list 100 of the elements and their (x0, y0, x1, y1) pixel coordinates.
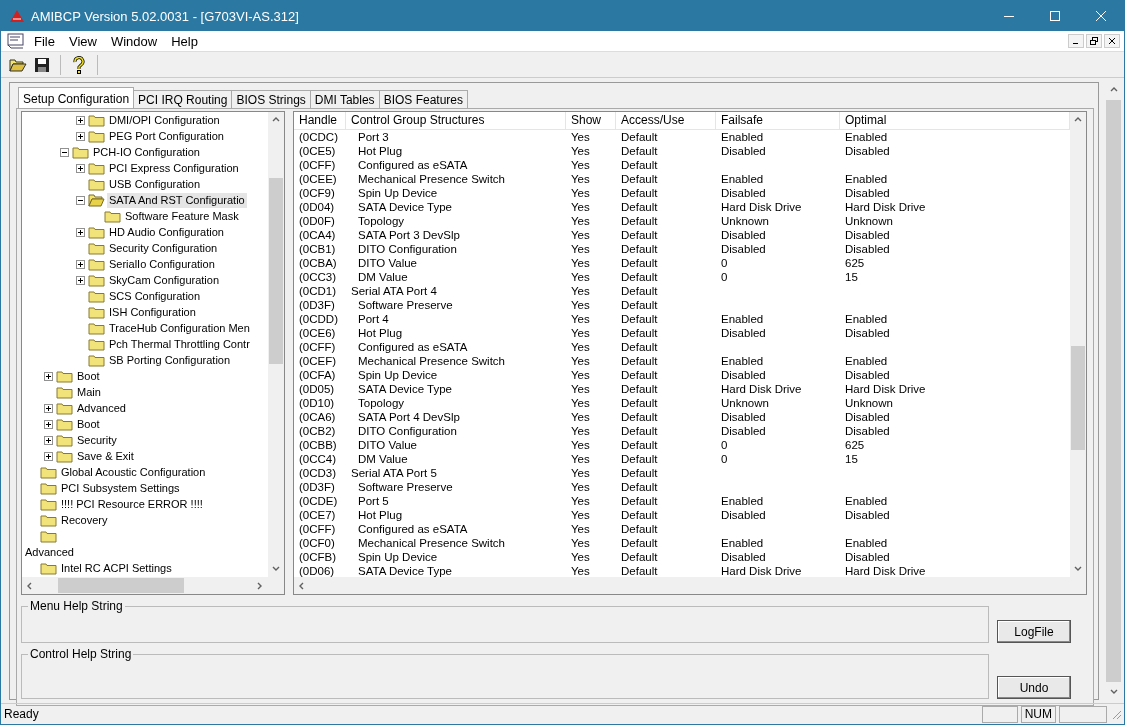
expand-icon[interactable] (76, 131, 85, 141)
tab[interactable]: PCI IRQ Routing (133, 90, 233, 108)
expand-icon[interactable] (44, 403, 53, 413)
folder-icon (88, 177, 105, 191)
column-header[interactable]: Handle (294, 112, 346, 129)
tree-item[interactable]: PCH-IO Configuration (91, 144, 202, 160)
tree-item[interactable]: DMI/OPI Configuration (107, 112, 222, 128)
table-cell: (0CA6) (299, 411, 336, 423)
tree-item[interactable]: Advanced (25, 546, 74, 558)
tree-item[interactable]: TraceHub Configuration Men (107, 320, 252, 336)
table-cell: Yes (571, 467, 590, 479)
expand-icon[interactable] (76, 163, 85, 173)
expand-icon[interactable] (76, 227, 85, 237)
menu-item[interactable]: View (61, 33, 104, 49)
group-label: Control Help String (28, 647, 134, 661)
tree-item[interactable]: Save & Exit (75, 448, 136, 464)
tab[interactable]: Setup Configuration (18, 87, 135, 108)
expand-icon[interactable] (44, 419, 53, 429)
tab[interactable]: BIOS Strings (231, 90, 311, 108)
tree-item[interactable]: !!!! PCI Resource ERROR !!!! (59, 496, 205, 512)
table-cell: Yes (571, 299, 590, 311)
tree-item[interactable]: Pch Thermal Throttling Contr (107, 336, 252, 352)
table-cell: Disabled (845, 551, 890, 563)
table-cell: Default (621, 243, 658, 255)
expand-icon[interactable] (76, 259, 85, 269)
tree-item[interactable]: SCS Configuration (107, 288, 203, 304)
column-header[interactable]: Access/Use (616, 112, 716, 129)
table-cell: Default (621, 523, 658, 535)
tree-item[interactable]: Global Acoustic Configuration (59, 464, 208, 480)
table-cell: Disabled (845, 425, 890, 437)
table-cell: Disabled (721, 411, 766, 423)
close-button[interactable] (1104, 34, 1120, 48)
tree-item[interactable]: SerialIo Configuration (107, 256, 217, 272)
tree-item[interactable]: Boot (75, 368, 102, 384)
column-header[interactable]: Control Group Structures (346, 112, 566, 129)
tree-item[interactable]: Intel RC ACPI Settings (59, 560, 174, 576)
table-cell: Hot Plug (358, 327, 403, 339)
table-cell: Enabled (845, 173, 888, 185)
tab[interactable]: BIOS Features (378, 90, 468, 108)
expand-icon[interactable] (44, 451, 53, 461)
table-cell: Topology (358, 215, 405, 227)
restore-button[interactable] (1086, 34, 1102, 48)
table-cell: Default (621, 383, 658, 395)
tree-item[interactable]: SkyCam Configuration (107, 272, 222, 288)
expand-icon[interactable] (76, 115, 85, 125)
column-header[interactable]: Failsafe (716, 112, 840, 129)
folder-icon (88, 257, 105, 271)
scrollbar-thumb[interactable] (1071, 346, 1085, 450)
logfile-button[interactable]: LogFile (997, 620, 1071, 643)
menu-item[interactable]: Window (103, 33, 165, 49)
scrollbar-thumb[interactable] (269, 178, 283, 364)
tree-item[interactable]: Boot (75, 416, 102, 432)
table-cell: 0 (721, 257, 728, 269)
tree-item[interactable]: SATA And RST Configuratio (107, 192, 247, 208)
tree-item[interactable]: Advanced (75, 400, 128, 416)
menu-item[interactable]: File (27, 33, 62, 49)
tree-item[interactable]: Security Configuration (107, 240, 220, 256)
table-cell: Software Preserve (358, 299, 453, 311)
tree-item[interactable]: Software Feature Mask (123, 208, 241, 224)
expand-icon[interactable] (44, 371, 53, 381)
table-cell: Mechanical Presence Switch (358, 537, 505, 549)
document-icon[interactable] (7, 33, 25, 49)
tree-item[interactable]: ISH Configuration (107, 304, 198, 320)
table-cell: (0CB2) (299, 425, 336, 437)
folder-icon (56, 417, 73, 431)
table-cell: Hot Plug (358, 145, 403, 157)
collapse-icon[interactable] (76, 195, 85, 205)
scrollbar-thumb[interactable] (1106, 100, 1121, 682)
column-header[interactable]: Show (566, 112, 616, 129)
table-cell: (0D3F) (299, 299, 335, 311)
table-cell: Yes (571, 285, 590, 297)
tree-item[interactable]: Main (75, 384, 103, 400)
tree-item[interactable]: PCI Express Configuration (107, 160, 241, 176)
table-cell: SATA Port 4 DevSlp (358, 411, 460, 423)
table-cell: Enabled (721, 131, 764, 143)
table-cell: Default (621, 565, 658, 577)
tree-item[interactable]: Security (75, 432, 119, 448)
table-cell: (0CFA) (299, 369, 336, 381)
resize-grip-icon[interactable] (1110, 708, 1122, 720)
collapse-icon[interactable] (60, 147, 69, 157)
tree-item[interactable]: PCI Subsystem Settings (59, 480, 182, 496)
tree-item[interactable]: SB Porting Configuration (107, 352, 233, 368)
table-cell: Yes (571, 551, 590, 563)
tree-item[interactable]: Recovery (59, 512, 110, 528)
table-cell: Mechanical Presence Switch (358, 173, 505, 185)
tree-item[interactable]: PEG Port Configuration (107, 128, 226, 144)
table-cell: Disabled (721, 243, 766, 255)
menu-item[interactable]: Help (164, 33, 205, 49)
table-cell: Yes (571, 271, 590, 283)
folder-icon (56, 401, 73, 415)
expand-icon[interactable] (76, 275, 85, 285)
expand-icon[interactable] (44, 435, 53, 445)
tree-item[interactable]: USB Configuration (107, 176, 203, 192)
scrollbar-thumb[interactable] (58, 578, 184, 593)
table-cell: Yes (571, 523, 590, 535)
undo-button[interactable]: Undo (997, 676, 1071, 699)
table-cell: DITO Value (358, 257, 418, 269)
table-cell: Yes (571, 425, 590, 437)
tree-item[interactable]: HD Audio Configuration (107, 224, 226, 240)
table-cell: Default (621, 159, 658, 171)
